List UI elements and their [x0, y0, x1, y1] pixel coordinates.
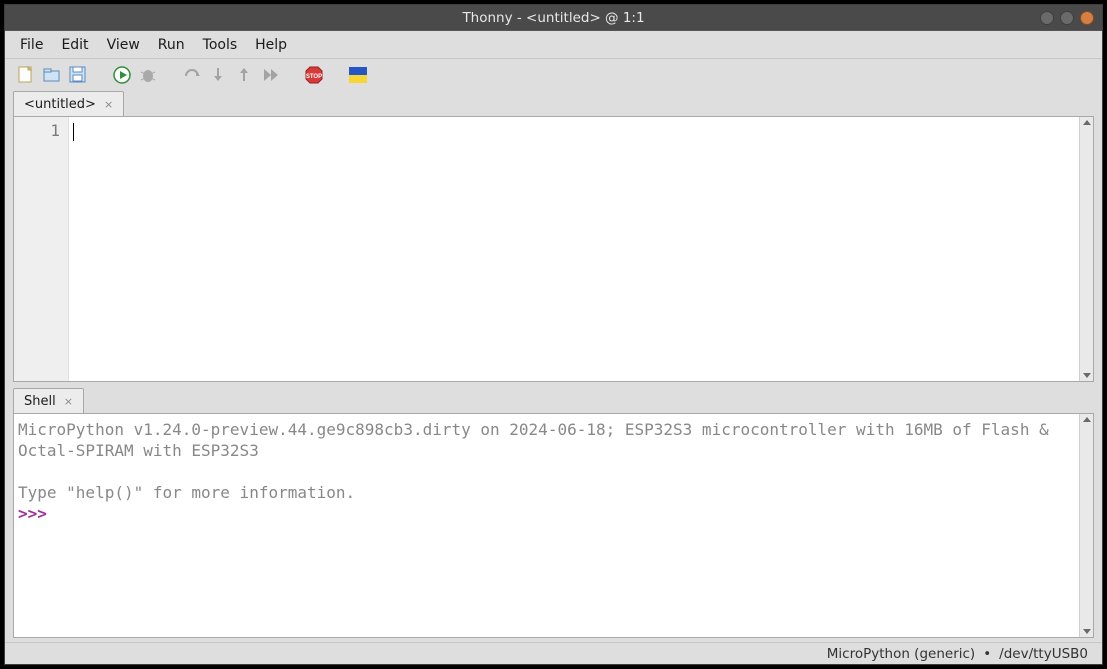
status-separator: •	[983, 646, 991, 662]
statusbar: MicroPython (generic) • /dev/ttyUSB0	[5, 642, 1102, 664]
editor-tabs: <untitled> ×	[13, 91, 1094, 116]
editor-tab-label: <untitled>	[24, 97, 96, 112]
close-shell-tab-icon[interactable]: ×	[64, 396, 73, 407]
maximize-button[interactable]	[1060, 11, 1074, 25]
open-folder-icon	[43, 66, 61, 84]
menu-file[interactable]: File	[11, 33, 52, 57]
code-editor[interactable]	[69, 117, 1079, 381]
shell-prompt: >>>	[18, 504, 57, 523]
text-caret	[73, 123, 74, 141]
window-title: Thonny - <untitled> @ 1:1	[462, 10, 644, 26]
menu-help[interactable]: Help	[246, 33, 296, 57]
line-number: 1	[14, 121, 60, 140]
titlebar: Thonny - <untitled> @ 1:1	[5, 5, 1102, 31]
status-port[interactable]: /dev/ttyUSB0	[999, 646, 1088, 662]
editor-pane: <untitled> × 1	[13, 91, 1094, 382]
menu-view[interactable]: View	[98, 33, 149, 57]
shell-tab[interactable]: Shell ×	[13, 388, 84, 413]
debug-button[interactable]	[137, 64, 159, 86]
window-controls	[1040, 11, 1094, 25]
debug-bug-icon	[139, 66, 157, 84]
thonny-window: Thonny - <untitled> @ 1:1 File Edit View…	[4, 4, 1103, 665]
editor-scrollbar[interactable]	[1079, 117, 1093, 381]
menu-tools[interactable]: Tools	[194, 33, 247, 57]
new-file-icon	[17, 66, 35, 84]
close-tab-icon[interactable]: ×	[104, 99, 113, 110]
shell-tab-label: Shell	[24, 394, 56, 409]
shell-scrollbar[interactable]	[1079, 414, 1093, 637]
shell-tabs: Shell ×	[13, 388, 1094, 413]
shell-pane: Shell × MicroPython v1.24.0-preview.44.g…	[13, 388, 1094, 638]
step-over-icon	[183, 66, 201, 84]
minimize-button[interactable]	[1040, 11, 1054, 25]
line-gutter: 1	[14, 117, 69, 381]
shell-banner-2: Type "help()" for more information.	[18, 483, 355, 502]
stop-sign-icon: STOP	[305, 66, 323, 84]
open-file-button[interactable]	[41, 64, 63, 86]
save-icon	[69, 66, 87, 84]
shell-banner-1: MicroPython v1.24.0-preview.44.ge9c898cb…	[18, 420, 1058, 460]
ukraine-flag-icon	[349, 67, 367, 83]
run-button[interactable]	[111, 64, 133, 86]
close-button[interactable]	[1080, 11, 1094, 25]
step-into-icon	[209, 66, 227, 84]
resume-button[interactable]	[259, 64, 281, 86]
stop-button[interactable]: STOP	[303, 64, 325, 86]
step-out-icon	[235, 66, 253, 84]
toolbar: STOP	[5, 59, 1102, 91]
editor-body: 1	[13, 116, 1094, 382]
editor-tab-untitled[interactable]: <untitled> ×	[13, 91, 124, 116]
svg-text:STOP: STOP	[306, 74, 322, 80]
menubar: File Edit View Run Tools Help	[5, 31, 1102, 59]
new-file-button[interactable]	[15, 64, 37, 86]
shell-body: MicroPython v1.24.0-preview.44.ge9c898cb…	[13, 413, 1094, 638]
support-ukraine-button[interactable]	[347, 64, 369, 86]
save-file-button[interactable]	[67, 64, 89, 86]
menu-edit[interactable]: Edit	[52, 33, 97, 57]
step-out-button[interactable]	[233, 64, 255, 86]
run-icon	[113, 66, 131, 84]
shell-output[interactable]: MicroPython v1.24.0-preview.44.ge9c898cb…	[14, 414, 1079, 637]
resume-icon	[261, 66, 279, 84]
menu-run[interactable]: Run	[149, 33, 194, 57]
status-backend[interactable]: MicroPython (generic)	[827, 646, 975, 662]
step-over-button[interactable]	[181, 64, 203, 86]
step-into-button[interactable]	[207, 64, 229, 86]
content-area: <untitled> × 1 Shell ×	[5, 91, 1102, 642]
